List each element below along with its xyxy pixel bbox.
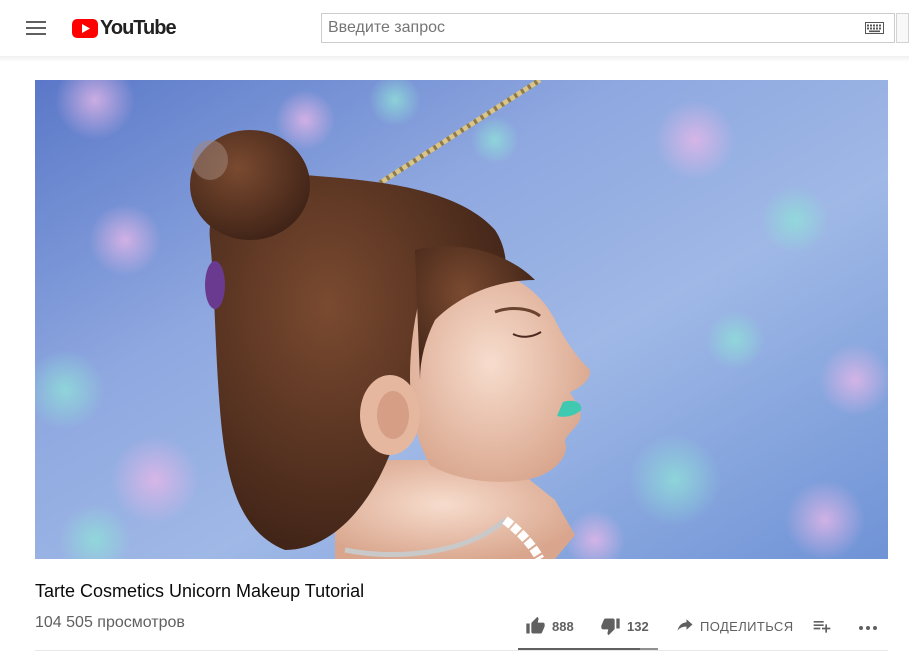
view-count: 104 505 просмотров <box>35 614 185 631</box>
keyboard-icon[interactable] <box>865 22 884 34</box>
share-label: ПОДЕЛИТЬСЯ <box>700 618 794 634</box>
add-to-playlist-button[interactable] <box>812 614 832 638</box>
search-input[interactable] <box>322 14 852 42</box>
share-button[interactable]: ПОДЕЛИТЬСЯ <box>676 614 793 638</box>
playlist-add-icon <box>813 621 831 633</box>
share-arrow-icon <box>677 619 693 631</box>
search-button[interactable] <box>896 13 909 43</box>
like-button[interactable]: 888 <box>525 614 574 638</box>
menu-icon[interactable] <box>22 16 50 40</box>
logo-wordmark: YouTube <box>100 16 177 39</box>
video-player[interactable] <box>35 80 888 559</box>
more-actions-button[interactable] <box>857 614 879 638</box>
video-title: Tarte Cosmetics Unicorn Makeup Tutorial <box>35 581 365 601</box>
more-horizontal-icon <box>859 626 877 630</box>
dislike-button[interactable]: 132 <box>600 614 649 638</box>
thumbs-down-icon <box>601 618 620 636</box>
play-logo-icon <box>72 18 98 38</box>
header-shadow <box>0 56 909 62</box>
youtube-watch-page: YouTube Введите запрос Tarte Cosmetics U… <box>0 0 909 652</box>
search-box <box>321 13 895 43</box>
masthead: YouTube <box>0 0 909 56</box>
info-divider <box>35 650 888 651</box>
thumbs-up-icon <box>526 616 545 634</box>
like-count: 888 <box>552 618 574 634</box>
video-frame <box>35 80 888 559</box>
youtube-logo[interactable]: YouTube <box>72 16 177 40</box>
dislike-count: 132 <box>627 618 649 634</box>
